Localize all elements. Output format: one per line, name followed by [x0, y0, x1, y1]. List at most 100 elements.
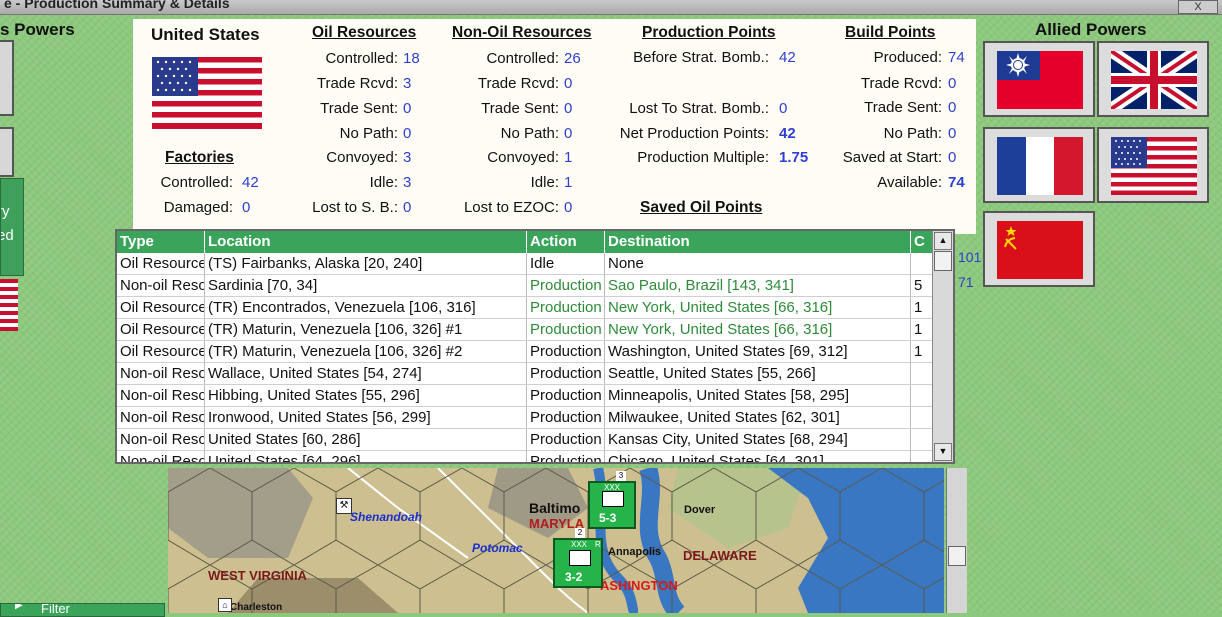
window-titlebar: e - Production Summary & Details X — [0, 0, 1222, 15]
axis-flag-button-2[interactable] — [0, 127, 14, 177]
oil-no-path-label: No Path: — [339, 125, 398, 142]
nonoil-convoyed-value: 1 — [564, 149, 573, 166]
column-header-action[interactable]: Action — [527, 231, 605, 253]
cell-location: United States [64, 296] — [205, 451, 527, 462]
cell-action: Production — [527, 341, 605, 362]
oil-convoyed-value: 3 — [403, 149, 412, 166]
scroll-up-arrow-icon[interactable]: ▲ — [934, 232, 952, 250]
nonoil-trade-rcvd-value: 0 — [564, 75, 573, 92]
table-row[interactable]: Oil Resource (TR) Maturin, Venezuela [106… — [117, 319, 933, 341]
build-trade-sent-value: 0 — [948, 99, 957, 116]
cell-c — [911, 451, 933, 462]
cell-destination: Kansas City, United States [68, 294] — [605, 429, 911, 450]
lost-to-strat-bomb-value: 0 — [779, 100, 788, 117]
flag-usa-large-icon — [152, 57, 262, 129]
nonoil-trade-sent-value: 0 — [564, 100, 573, 117]
factories-damaged-label: Damaged: — [163, 199, 233, 216]
cell-action: Production — [527, 363, 605, 384]
column-header-type[interactable]: Type — [117, 231, 205, 253]
unit-2-flag-label: R — [595, 540, 601, 549]
table-row[interactable]: Non-oil ResourceWallace, United States [… — [117, 363, 933, 385]
cell-destination: Milwaukee, United States [62, 301] — [605, 407, 911, 428]
axis-flag-button-1[interactable] — [0, 40, 14, 116]
net-production-value: 42 — [779, 125, 796, 142]
lost-to-strat-bomb-label: Lost To Strat. Bomb.: — [629, 100, 769, 117]
cell-type: Non-oil Resource — [117, 407, 205, 428]
cell-destination: None — [605, 253, 911, 274]
scroll-down-arrow-icon[interactable]: ▼ — [934, 443, 952, 461]
build-produced-label: Produced: — [873, 49, 942, 66]
oil-trade-rcvd-value: 3 — [403, 75, 412, 92]
table-row[interactable]: Non-oil ResourceSardinia [70, 34]Product… — [117, 275, 933, 297]
unit-1-stack-count: 3 — [616, 471, 626, 481]
flag-button-usa[interactable] — [1097, 127, 1209, 203]
cell-c: 1 — [911, 341, 933, 362]
factories-controlled-label: Controlled: — [160, 174, 233, 191]
table-row[interactable]: Oil Resource (TR) Maturin, Venezuela [106… — [117, 341, 933, 363]
cell-c — [911, 385, 933, 406]
axis-powers-header: s Powers — [0, 20, 75, 39]
close-button[interactable]: X — [1178, 0, 1218, 14]
build-produced-value: 74 — [948, 49, 965, 66]
nonoil-convoyed-label: Convoyed: — [487, 149, 559, 166]
build-no-path-label: No Path: — [883, 125, 942, 142]
table-row[interactable]: Oil Resource (TR) Encontrados, Venezuela … — [117, 297, 933, 319]
cell-c — [911, 253, 933, 274]
table-scroll-thumb[interactable] — [934, 251, 952, 271]
flag-uk-icon — [1111, 51, 1197, 109]
cell-type: Non-oil Resource — [117, 275, 205, 296]
table-row[interactable]: Non-oil ResourceUnited States [60, 286]P… — [117, 429, 933, 451]
cell-type: Non-oil Resource — [117, 363, 205, 384]
cell-c: 5 — [911, 275, 933, 296]
map-view[interactable]: Shenandoah Potomac Baltimo MARYLA Dover … — [168, 468, 944, 613]
cell-location: (TR) Encontrados, Venezuela [106, 316] — [205, 297, 527, 318]
table-row[interactable]: Non-oil ResourceUnited States [64, 296]P… — [117, 451, 933, 462]
build-saved-at-start-label: Saved at Start: — [842, 149, 942, 166]
map-label-shenandoah: Shenandoah — [350, 510, 423, 524]
factories-header: Factories — [165, 149, 234, 166]
oil-trade-rcvd-label: Trade Rcvd: — [316, 75, 398, 92]
window-title: e - Production Summary & Details — [4, 0, 230, 11]
cell-action: Production — [527, 297, 605, 318]
unit-counter-1[interactable]: XXX 5-3 3 — [588, 471, 636, 529]
cell-location: Hibbing, United States [55, 296] — [205, 385, 527, 406]
build-available-label: Available: — [877, 174, 942, 191]
oil-convoyed-label: Convoyed: — [326, 149, 398, 166]
build-points-header: Build Points — [845, 24, 936, 41]
table-row[interactable]: Oil Resource (TS) Fairbanks, Alaska [20, … — [117, 253, 933, 275]
clipped-value-1: 101 — [958, 249, 982, 265]
oil-trade-sent-label: Trade Sent: — [320, 100, 398, 117]
build-no-path-value: 0 — [948, 125, 957, 142]
table-row[interactable]: Non-oil ResourceHibbing, United States [… — [117, 385, 933, 407]
cell-location: Wallace, United States [54, 274] — [205, 363, 527, 384]
filter-button[interactable]: ▶ Filter — [0, 603, 165, 617]
oil-resources-header: Oil Resources — [312, 24, 417, 41]
resource-table: Type Location Action Destination C Oil R… — [115, 229, 955, 464]
map-scroll-thumb[interactable] — [948, 546, 966, 566]
oil-no-path-value: 0 — [403, 125, 412, 142]
cell-action: Production — [527, 275, 605, 296]
build-trade-sent-label: Trade Sent: — [864, 99, 942, 116]
cell-c — [911, 429, 933, 450]
table-scrollbar[interactable]: ▲ ▼ — [932, 231, 953, 462]
column-header-location[interactable]: Location — [205, 231, 527, 253]
unit-counter-2[interactable]: XXX R 3-2 2 — [553, 528, 603, 588]
axis-tooltip: ry ed — [0, 178, 24, 276]
build-available-value: 74 — [948, 174, 965, 191]
map-scrollbar[interactable] — [946, 468, 967, 613]
factories-controlled-value: 42 — [242, 174, 259, 191]
flag-button-france[interactable] — [983, 127, 1095, 203]
flag-button-china[interactable] — [983, 41, 1095, 117]
cell-destination: Sao Paulo, Brazil [143, 341] — [605, 275, 911, 296]
flag-button-uk[interactable] — [1097, 41, 1209, 117]
net-production-label: Net Production Points: — [619, 125, 769, 142]
column-header-destination[interactable]: Destination — [605, 231, 911, 253]
cell-location: (TS) Fairbanks, Alaska [20, 240] — [205, 253, 527, 274]
flag-button-ussr[interactable] — [983, 211, 1095, 287]
table-row[interactable]: Non-oil ResourceIronwood, United States … — [117, 407, 933, 429]
oil-trade-sent-value: 0 — [403, 100, 412, 117]
flag-ussr-icon — [997, 221, 1083, 279]
cell-c — [911, 363, 933, 384]
clipped-value-2: 71 — [958, 274, 974, 290]
column-header-c[interactable]: C — [911, 231, 933, 253]
